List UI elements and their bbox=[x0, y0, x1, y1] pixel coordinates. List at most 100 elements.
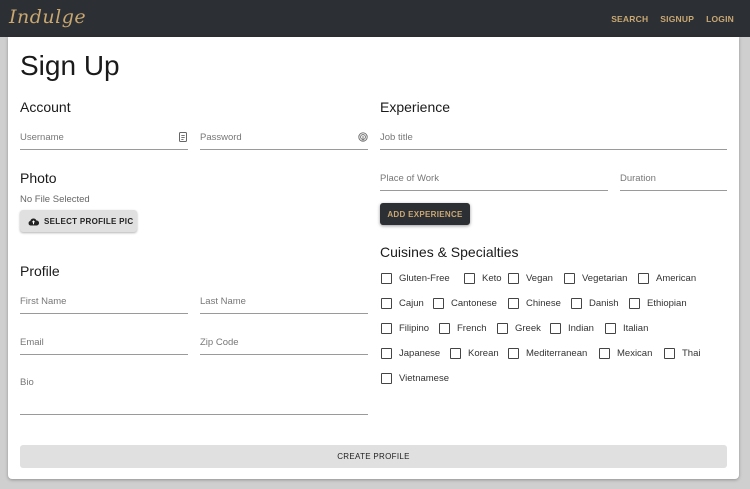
nav-link-signup[interactable]: SIGNUP bbox=[660, 14, 694, 24]
checkbox-box[interactable] bbox=[381, 298, 392, 309]
select-profile-pic-label: SELECT PROFILE PIC bbox=[44, 216, 134, 226]
checkbox-box[interactable] bbox=[508, 298, 519, 309]
cuisine-checkbox-cantonese[interactable]: Cantonese bbox=[433, 298, 497, 309]
cuisine-label: Greek bbox=[515, 323, 541, 334]
cuisine-label: Indian bbox=[568, 323, 594, 334]
cuisine-checkbox-mexican[interactable]: Mexican bbox=[599, 348, 652, 359]
checkbox-box[interactable] bbox=[605, 323, 616, 334]
cuisine-label: Gluten-Free bbox=[399, 273, 450, 284]
email-label: Email bbox=[20, 337, 44, 348]
cuisine-checkbox-ethiopian[interactable]: Ethiopian bbox=[629, 298, 687, 309]
duration-label: Duration bbox=[620, 173, 656, 184]
username-field[interactable]: Username bbox=[20, 128, 188, 150]
first-name-field[interactable]: First Name bbox=[20, 292, 188, 314]
cuisine-checkbox-french[interactable]: French bbox=[439, 323, 487, 334]
cuisine-label: Italian bbox=[623, 323, 649, 334]
bio-label: Bio bbox=[20, 377, 34, 388]
account-section-title: Account bbox=[20, 99, 71, 115]
checkbox-box[interactable] bbox=[564, 273, 575, 284]
checkbox-box[interactable] bbox=[508, 273, 519, 284]
profile-section-title: Profile bbox=[20, 263, 60, 279]
username-label: Username bbox=[20, 132, 64, 143]
add-experience-button[interactable]: ADD EXPERIENCE bbox=[380, 203, 470, 225]
cuisine-label: Cajun bbox=[399, 298, 424, 309]
cuisine-checkbox-chinese[interactable]: Chinese bbox=[508, 298, 561, 309]
checkbox-box[interactable] bbox=[497, 323, 508, 334]
cuisine-label: Japanese bbox=[399, 348, 441, 359]
duration-field[interactable]: Duration bbox=[620, 169, 727, 191]
checkbox-box[interactable] bbox=[450, 348, 461, 359]
job-title-label: Job title bbox=[380, 132, 413, 143]
cuisine-checkbox-gluten-free[interactable]: Gluten-Free bbox=[381, 273, 450, 284]
zip-code-field[interactable]: Zip Code bbox=[200, 333, 368, 355]
checkbox-box[interactable] bbox=[550, 323, 561, 334]
cuisine-label: French bbox=[457, 323, 487, 334]
checkbox-box[interactable] bbox=[381, 273, 392, 284]
bio-field[interactable]: Bio bbox=[20, 373, 368, 415]
cuisine-label: Filipino bbox=[399, 323, 430, 334]
checkbox-box[interactable] bbox=[381, 323, 392, 334]
brand-logo[interactable]: Indulge bbox=[9, 6, 86, 28]
add-experience-label: ADD EXPERIENCE bbox=[387, 209, 463, 219]
checkbox-box[interactable] bbox=[508, 348, 519, 359]
cuisine-label: Ethiopian bbox=[647, 298, 687, 309]
checkbox-box[interactable] bbox=[664, 348, 675, 359]
create-profile-label: CREATE PROFILE bbox=[337, 452, 410, 461]
checkbox-box[interactable] bbox=[381, 373, 392, 384]
page-title: Sign Up bbox=[20, 50, 120, 81]
select-profile-pic-button[interactable]: SELECT PROFILE PIC bbox=[20, 210, 137, 232]
checkbox-box[interactable] bbox=[599, 348, 610, 359]
cuisine-checkbox-vietnamese[interactable]: Vietnamese bbox=[381, 373, 449, 384]
cuisine-checkbox-japanese[interactable]: Japanese bbox=[381, 348, 440, 359]
create-profile-button[interactable]: CREATE PROFILE bbox=[20, 445, 727, 468]
fingerprint-icon bbox=[358, 132, 368, 142]
checkbox-box[interactable] bbox=[464, 273, 475, 284]
cuisine-label: Korean bbox=[468, 348, 499, 359]
email-field[interactable]: Email bbox=[20, 333, 188, 355]
cuisine-label: Cantonese bbox=[451, 298, 497, 309]
checkbox-box[interactable] bbox=[439, 323, 450, 334]
cuisine-checkbox-filipino[interactable]: Filipino bbox=[381, 323, 429, 334]
cuisine-checkbox-italian[interactable]: Italian bbox=[605, 323, 648, 334]
cuisine-label: Chinese bbox=[526, 298, 561, 309]
place-of-work-field[interactable]: Place of Work bbox=[380, 169, 608, 191]
nav-link-login[interactable]: LOGIN bbox=[706, 14, 734, 24]
cuisine-label: Vegan bbox=[526, 273, 553, 284]
file-status-text: No File Selected bbox=[20, 194, 90, 205]
cuisine-checkbox-korean[interactable]: Korean bbox=[450, 348, 499, 359]
cuisine-checkbox-thai[interactable]: Thai bbox=[664, 348, 700, 359]
checkbox-box[interactable] bbox=[381, 348, 392, 359]
cuisine-checkbox-indian[interactable]: Indian bbox=[550, 323, 594, 334]
nav-links: SEARCH SIGNUP LOGIN bbox=[611, 14, 734, 24]
cuisine-label: American bbox=[656, 273, 697, 284]
cuisine-checkbox-danish[interactable]: Danish bbox=[571, 298, 619, 309]
top-navbar: Indulge SEARCH SIGNUP LOGIN bbox=[0, 0, 750, 37]
cuisine-checkbox-vegetarian[interactable]: Vegetarian bbox=[564, 273, 627, 284]
cuisine-label: Keto bbox=[482, 273, 502, 284]
cuisine-checkbox-cajun[interactable]: Cajun bbox=[381, 298, 424, 309]
cuisine-label: Thai bbox=[682, 348, 701, 359]
cuisine-label: Mexican bbox=[617, 348, 653, 359]
cuisine-checkbox-keto[interactable]: Keto bbox=[464, 273, 502, 284]
cuisine-checkbox-mediterranean[interactable]: Mediterranean bbox=[508, 348, 587, 359]
checkbox-box[interactable] bbox=[638, 273, 649, 284]
job-title-field[interactable]: Job title bbox=[380, 128, 727, 150]
checkbox-box[interactable] bbox=[433, 298, 444, 309]
cuisine-checkbox-vegan[interactable]: Vegan bbox=[508, 273, 553, 284]
zip-code-label: Zip Code bbox=[200, 337, 239, 348]
password-label: Password bbox=[200, 132, 242, 143]
last-name-label: Last Name bbox=[200, 296, 246, 307]
cuisine-checkbox-greek[interactable]: Greek bbox=[497, 323, 541, 334]
password-field[interactable]: Password bbox=[200, 128, 368, 150]
experience-section-title: Experience bbox=[380, 99, 451, 115]
cloud-upload-icon bbox=[28, 217, 39, 225]
photo-section-title: Photo bbox=[20, 170, 57, 186]
checkbox-box[interactable] bbox=[629, 298, 640, 309]
place-of-work-label: Place of Work bbox=[380, 173, 439, 184]
last-name-field[interactable]: Last Name bbox=[200, 292, 368, 314]
checkbox-box[interactable] bbox=[571, 298, 582, 309]
cuisine-label: Vegetarian bbox=[582, 273, 628, 284]
id-card-icon bbox=[179, 132, 187, 142]
cuisine-checkbox-american[interactable]: American bbox=[638, 273, 696, 284]
nav-link-search[interactable]: SEARCH bbox=[611, 14, 648, 24]
